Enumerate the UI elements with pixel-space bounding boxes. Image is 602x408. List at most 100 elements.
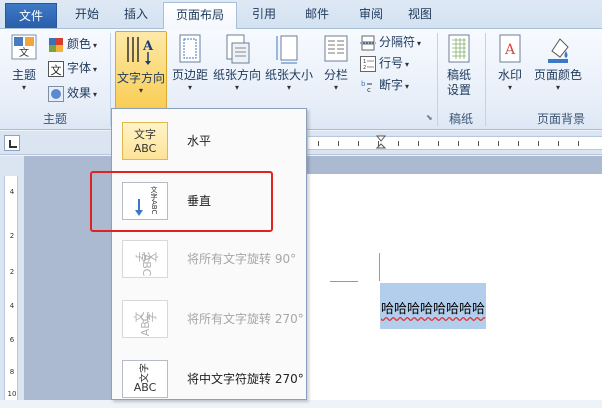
effects-button[interactable]: 效果 ▾ <box>48 82 97 104</box>
ruler-number: 10 <box>7 390 17 398</box>
fonts-icon: 文 <box>48 60 64 77</box>
menu-item-rotate-270: 文字 ABC 将所有文字旋转 270° <box>113 290 305 348</box>
colors-label: 颜色 <box>67 37 92 51</box>
draft-paper-icon <box>448 34 470 63</box>
ribbon-tab-bar: 文件 开始 插入 页面布局 引用 邮件 审阅 视图 <box>0 0 602 30</box>
rotate-asian-270-icon: 文字 ABC <box>122 360 168 398</box>
watermark-button[interactable]: A 水印 ▾ <box>492 33 528 93</box>
menu-item-label: 将所有文字旋转 90° <box>187 252 297 266</box>
columns-icon <box>324 35 348 62</box>
tab-page-layout[interactable]: 页面布局 <box>163 2 237 30</box>
page-background-group-label: 页面背景 <box>536 112 585 126</box>
line-numbers-icon: 12 <box>360 55 376 72</box>
menu-item-label: 水平 <box>187 134 212 148</box>
chevron-down-icon: ▾ <box>93 65 98 74</box>
chevron-down-icon: ▾ <box>187 83 192 92</box>
chevron-down-icon: ▾ <box>286 83 291 92</box>
chevron-down-icon: ▾ <box>333 83 338 92</box>
document-text[interactable]: 哈哈哈哈哈哈哈哈 <box>381 298 485 317</box>
ruler-number: 2 <box>9 232 15 240</box>
chevron-down-icon: ▾ <box>138 86 143 95</box>
chevron-down-icon: ▾ <box>405 60 410 69</box>
themes-button[interactable]: 文 主题 ▾ <box>6 33 42 93</box>
draft-paper-label-1: 稿纸 <box>446 68 471 82</box>
columns-button[interactable]: 分栏 ▾ <box>318 33 354 93</box>
margin-corner-mark <box>379 253 380 281</box>
page-color-button[interactable]: 页面颜色 ▾ <box>530 33 586 93</box>
breaks-label: 分隔符 <box>379 35 416 49</box>
orientation-label: 纸张方向 <box>212 68 261 82</box>
watermark-icon: A <box>499 34 521 63</box>
orientation-icon <box>226 34 250 64</box>
tab-review[interactable]: 审阅 <box>348 2 394 29</box>
ruler-number: 8 <box>9 368 15 376</box>
draft-paper-button[interactable]: 稿纸 设置 <box>441 33 477 98</box>
text-direction-menu: 文字 ABC 水平 文字ABC 垂直 文字 ABC 将所有文字旋转 90° 文字… <box>111 108 307 400</box>
breaks-button[interactable]: 分隔符 ▾ <box>360 31 421 53</box>
ruler-number: 2 <box>9 268 15 276</box>
text-direction-icon: A <box>127 37 154 65</box>
menu-item-label: 将所有文字旋转 270° <box>187 312 304 326</box>
ruler-number: 4 <box>9 302 15 310</box>
colors-button[interactable]: 颜色 ▾ <box>48 33 97 55</box>
svg-text:c: c <box>367 86 371 94</box>
orientation-button[interactable]: 纸张方向 ▾ <box>212 33 262 93</box>
draft-group-label: 稿纸 <box>448 112 473 126</box>
text-direction-button[interactable]: A 文字方向 ▾ <box>115 31 167 109</box>
size-label: 纸张大小 <box>264 68 313 82</box>
ruler-strip <box>308 136 602 150</box>
margins-button[interactable]: 页边距 ▾ <box>170 33 210 93</box>
hyphenation-icon: bc <box>361 80 372 94</box>
tab-references[interactable]: 引用 <box>241 2 287 29</box>
ruler-number: 6 <box>9 336 15 344</box>
menu-item-rotate-90: 文字 ABC 将所有文字旋转 90° <box>113 230 305 288</box>
rotate-90-icon: 文字 ABC <box>122 240 168 278</box>
menu-item-horizontal[interactable]: 文字 ABC 水平 <box>113 112 305 170</box>
page-color-label: 页面颜色 <box>533 68 582 82</box>
horizontal-text-icon: 文字 ABC <box>122 122 168 160</box>
size-button[interactable]: 纸张大小 ▾ <box>264 33 314 93</box>
fonts-button[interactable]: 文字体 ▾ <box>48 57 97 79</box>
indent-marker-icon[interactable] <box>376 135 386 151</box>
hyphenation-label: 断字 <box>379 78 404 92</box>
breaks-icon <box>360 35 376 50</box>
page-size-icon <box>276 35 298 64</box>
chevron-down-icon: ▾ <box>417 39 422 48</box>
tab-view[interactable]: 视图 <box>397 2 443 29</box>
page-color-icon <box>548 38 569 63</box>
svg-text:文: 文 <box>51 63 62 77</box>
menu-item-rotate-asian-270[interactable]: 文字 ABC 将中文字符旋转 270° <box>113 350 305 408</box>
hyphenation-button[interactable]: b c 断字 ▾ <box>360 74 409 96</box>
group-divider <box>485 33 486 126</box>
page-setup-launcher-icon[interactable]: ⬊ <box>426 113 433 122</box>
selected-text-block[interactable]: 哈哈哈哈哈哈哈哈 <box>380 283 486 329</box>
columns-label: 分栏 <box>323 68 348 82</box>
effects-label: 效果 <box>67 86 92 100</box>
themes-group-label: 主题 <box>42 112 67 126</box>
tab-insert[interactable]: 插入 <box>113 2 159 29</box>
themes-label: 主题 <box>11 68 36 82</box>
chevron-down-icon: ▾ <box>21 83 26 92</box>
line-numbers-label: 行号 <box>379 56 404 70</box>
annotation-highlight-box <box>90 171 273 232</box>
themes-icon: 文 <box>11 34 37 60</box>
tab-file[interactable]: 文件 <box>5 3 57 28</box>
effects-icon <box>48 85 64 102</box>
tab-home[interactable]: 开始 <box>62 2 112 29</box>
menu-item-label: 将中文字符旋转 270° <box>187 372 304 386</box>
tab-mailings[interactable]: 邮件 <box>294 2 340 29</box>
svg-text:A: A <box>504 42 516 58</box>
margin-corner-mark <box>330 281 358 282</box>
svg-text:A: A <box>142 39 154 54</box>
vertical-ruler-strip: 4 2 2 4 6 8 10 <box>4 176 18 400</box>
vertical-ruler: 4 2 2 4 6 8 10 <box>0 156 24 400</box>
tab-selector-icon[interactable] <box>4 135 20 151</box>
svg-text:2: 2 <box>363 65 366 71</box>
rotate-270-icon: 文字 ABC <box>122 300 168 338</box>
line-numbers-button[interactable]: 1 2 行号 ▾ <box>360 52 409 74</box>
chevron-down-icon: ▾ <box>405 82 410 91</box>
draft-paper-label-2: 设置 <box>446 83 471 97</box>
margins-label: 页边距 <box>171 68 208 82</box>
watermark-label: 水印 <box>497 68 522 82</box>
chevron-down-icon: ▾ <box>93 41 98 50</box>
